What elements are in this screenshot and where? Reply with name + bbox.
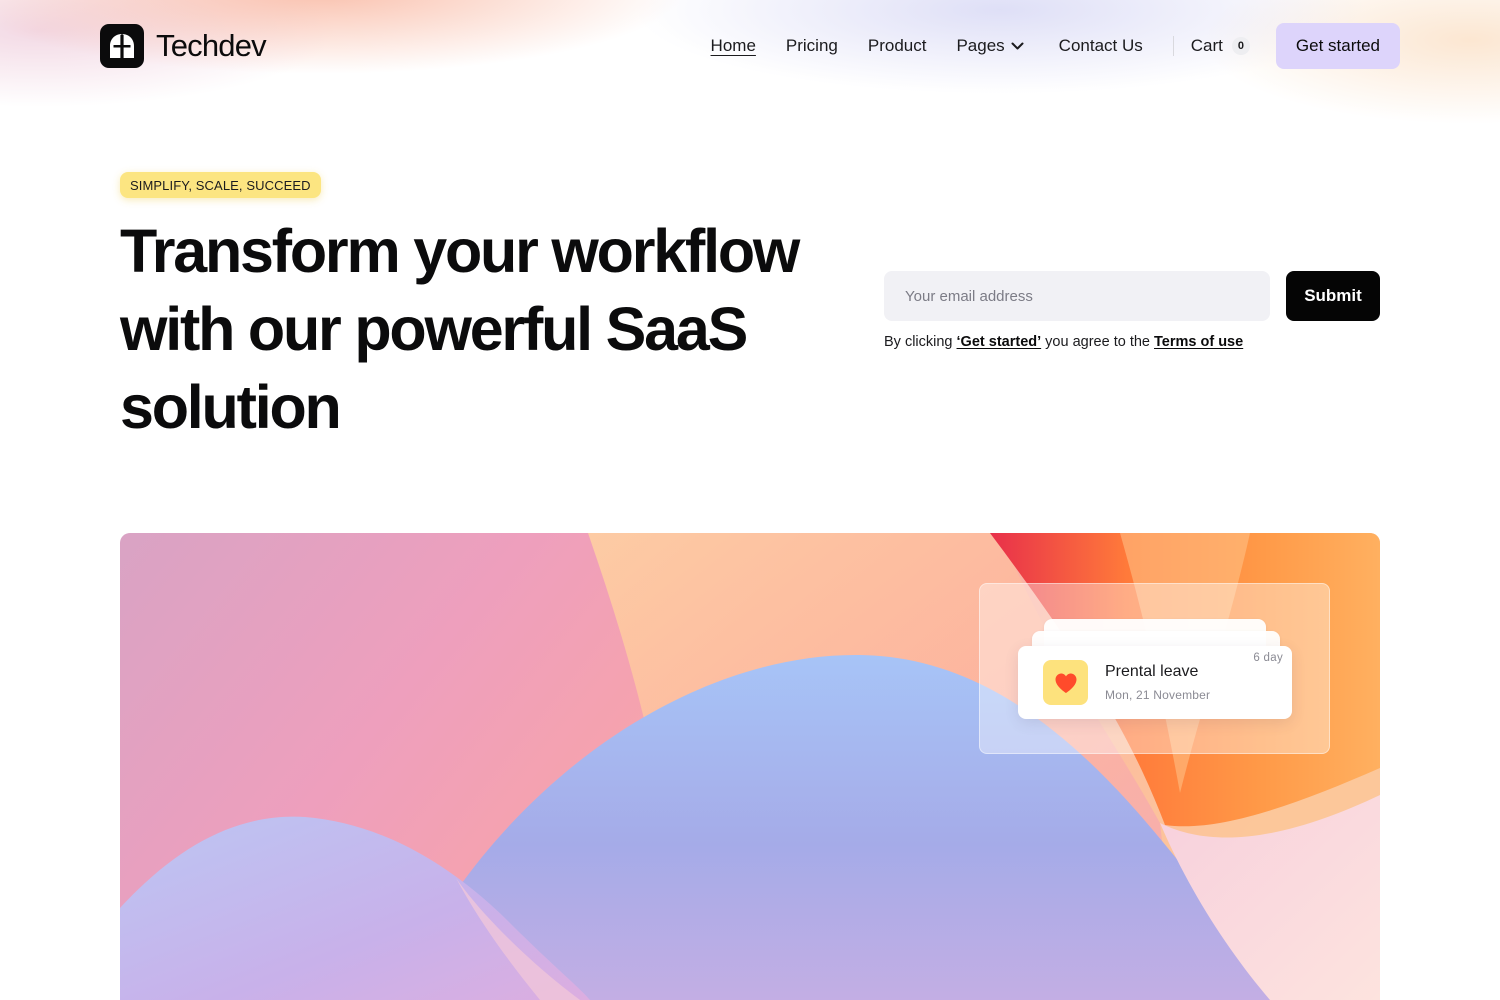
consent-middle: you agree to the — [1045, 334, 1150, 350]
nav-divider — [1172, 36, 1174, 56]
chevron-down-icon — [1011, 42, 1024, 49]
get-started-link[interactable]: ‘Get started’ — [957, 334, 1042, 350]
get-started-button[interactable]: Get started — [1275, 23, 1400, 69]
brand-logo-link[interactable]: Techdev — [100, 24, 267, 68]
notification-preview-panel: Prental leave Mon, 21 November 6 day — [979, 583, 1330, 754]
cart-button[interactable]: Cart 0 — [1191, 36, 1250, 56]
cart-count-badge: 0 — [1231, 37, 1250, 55]
nav-dropdown-pages[interactable]: Pages — [956, 36, 1024, 56]
leave-duration: 6 day — [1253, 652, 1283, 664]
leave-title: Prental leave — [1105, 663, 1199, 680]
email-input[interactable] — [884, 271, 1270, 321]
hero-headline: Transform your workflow with our powerfu… — [120, 217, 800, 441]
cart-label: Cart — [1190, 36, 1223, 55]
terms-of-use-link[interactable]: Terms of use — [1154, 334, 1243, 350]
leave-date: Mon, 21 November — [1105, 688, 1211, 702]
nav-pages-label: Pages — [956, 36, 1005, 55]
submit-button[interactable]: Submit — [1286, 271, 1380, 321]
techdev-logo-icon — [100, 24, 144, 68]
main-navigation: Home Pricing Product Pages Contact Us Ca… — [711, 23, 1400, 69]
consent-prefix: By clicking — [884, 334, 953, 350]
heart-icon-container — [1043, 660, 1088, 705]
nav-link-product[interactable]: Product — [868, 36, 927, 56]
hero-tagline-badge: SIMPLIFY, SCALE, SUCCEED — [120, 172, 321, 198]
hero-image: Prental leave Mon, 21 November 6 day — [120, 533, 1380, 1000]
nav-link-home[interactable]: Home — [711, 36, 756, 56]
nav-link-contact-us[interactable]: Contact Us — [1059, 36, 1143, 56]
heart-icon — [1055, 673, 1076, 693]
site-header: Techdev Home Pricing Product Pages Conta… — [100, 23, 1400, 69]
nav-link-pricing[interactable]: Pricing — [786, 36, 838, 56]
consent-text: By clicking ‘Get started’ you agree to t… — [884, 334, 1243, 350]
leave-notification-card: Prental leave Mon, 21 November 6 day — [1018, 646, 1292, 719]
brand-name: Techdev — [156, 28, 267, 63]
